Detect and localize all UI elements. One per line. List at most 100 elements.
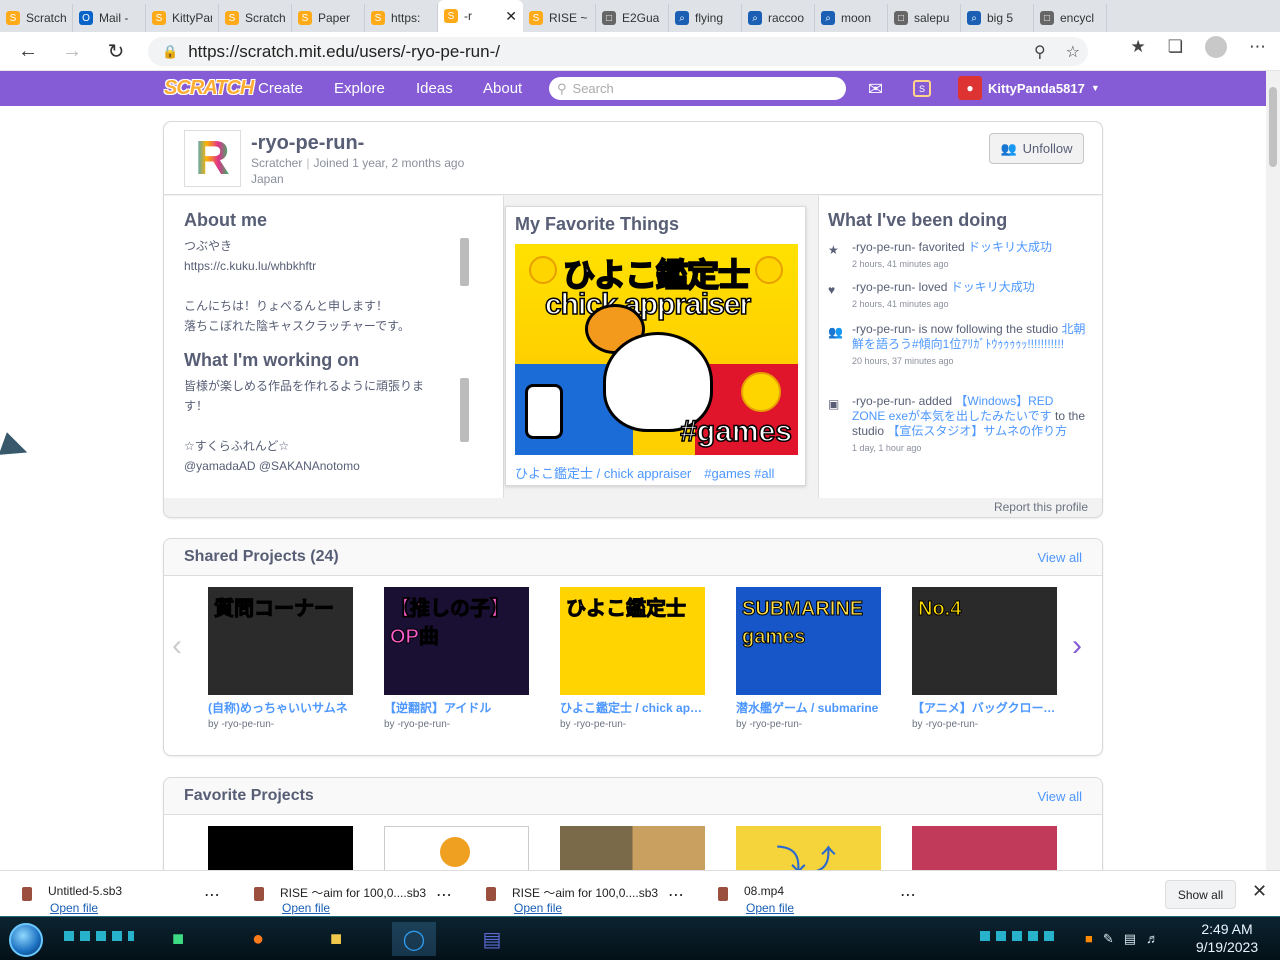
open-file-link[interactable]: Open file: [282, 901, 330, 915]
browser-tab[interactable]: Shttps:: [365, 4, 438, 32]
file-explorer-icon[interactable]: ■: [314, 922, 358, 956]
tray-app-icon[interactable]: ■: [1085, 931, 1093, 947]
featured-project-title[interactable]: ひよこ鑑定士 / chick appraiser #games #all: [515, 463, 774, 482]
nav-explore[interactable]: Explore: [334, 80, 385, 97]
reload-button[interactable]: ↻: [100, 35, 132, 67]
project-thumbnail[interactable]: 質問コーナー: [208, 587, 353, 695]
favorite-project-card[interactable]: [560, 826, 705, 876]
download-more-icon[interactable]: ⋯: [204, 885, 220, 905]
firefox-icon[interactable]: ●: [236, 922, 280, 956]
working-scrollbar[interactable]: [460, 378, 469, 442]
about-me-text[interactable]: つぶやき https://c.kuku.lu/whbkhftr こんにちは！りょぺる…: [184, 236, 454, 332]
project-title[interactable]: 潜水艦ゲーム / submarine: [736, 699, 881, 716]
browser-tab[interactable]: S Scratch: [219, 4, 292, 32]
activity-link[interactable]: ドッキリ大成功: [951, 280, 1035, 294]
download-more-icon[interactable]: ⋯: [900, 885, 916, 905]
add-favorite-icon[interactable]: ☆: [1066, 42, 1080, 62]
favorite-project-card[interactable]: [912, 826, 1057, 876]
browser-tab[interactable]: ⌕ flying: [669, 4, 742, 32]
favorite-view-all-link[interactable]: View all: [1037, 789, 1082, 804]
project-card[interactable]: SUBMARINE games 潜水艦ゲーム / submarine by -ryo…: [736, 587, 881, 730]
report-profile-link[interactable]: Report this profile: [994, 500, 1088, 514]
project-thumbnail[interactable]: ひよこ鑑定士: [560, 587, 705, 695]
open-file-link[interactable]: Open file: [514, 901, 562, 915]
project-card[interactable]: No.4 【アニメ】バッグクロージャー by -ryo-pe-run-: [912, 587, 1057, 730]
project-thumbnail[interactable]: SUBMARINE games: [736, 587, 881, 695]
about-scrollbar[interactable]: [460, 238, 469, 286]
nav-create[interactable]: Create: [258, 80, 303, 97]
browser-tab[interactable]: S -r ✕: [438, 0, 523, 32]
search-input[interactable]: ⚲ Search: [549, 77, 846, 100]
browser-tab[interactable]: ⌕ moon: [815, 4, 888, 32]
download-more-icon[interactable]: ⋯: [436, 885, 452, 905]
project-title[interactable]: (自称)めっちゃいいサムネ: [208, 699, 353, 716]
project-title[interactable]: 【逆翻訳】アイドル: [384, 699, 529, 716]
project-author: by -ryo-pe-run-: [912, 719, 979, 730]
download-item: RISE ～aim for 100,0....sb3 Open file ⋯: [486, 877, 706, 915]
project-thumbnail[interactable]: 【推しの子】OP曲: [384, 587, 529, 695]
browser-tab[interactable]: □ encycl: [1034, 4, 1107, 32]
project-thumbnail[interactable]: [208, 826, 353, 876]
app-icon-window[interactable]: ▤: [470, 922, 514, 956]
profile-avatar[interactable]: [1205, 36, 1227, 58]
edge-icon[interactable]: ◯: [392, 922, 436, 956]
nav-about[interactable]: About: [483, 80, 522, 97]
scrollbar-thumb[interactable]: [1269, 87, 1277, 167]
favorite-project-card[interactable]: ⤵⤴: [736, 826, 881, 876]
page-scrollbar[interactable]: [1266, 71, 1280, 870]
working-on-text[interactable]: 皆様が楽しめる作品を作れるように頑張りま す！ ☆すくらふれんど☆ @yamadaAD…: [184, 376, 454, 484]
taskbar-clock[interactable]: 2:49 AM 9/19/2023: [1190, 920, 1264, 956]
browser-tab[interactable]: ⌕ raccoo: [742, 4, 815, 32]
close-tab-icon[interactable]: ✕: [505, 8, 517, 25]
project-card[interactable]: 質問コーナー (自称)めっちゃいいサムネ by -ryo-pe-run-: [208, 587, 353, 730]
show-all-downloads-button[interactable]: Show all: [1165, 880, 1236, 909]
download-more-icon[interactable]: ⋯: [668, 885, 684, 905]
shared-view-all-link[interactable]: View all: [1037, 550, 1082, 565]
project-thumbnail[interactable]: ⤵⤴: [736, 826, 881, 876]
back-button[interactable]: ←: [12, 35, 44, 67]
project-card[interactable]: 【推しの子】OP曲 【逆翻訳】アイドル by -ryo-pe-run-: [384, 587, 529, 730]
project-thumbnail[interactable]: [560, 826, 705, 876]
project-thumbnail[interactable]: No.4: [912, 587, 1057, 695]
browser-tab[interactable]: S Paper: [292, 4, 365, 32]
start-button[interactable]: [9, 923, 43, 957]
scratch-logo[interactable]: SCRATCH: [164, 77, 254, 100]
browser-tab[interactable]: □ E2Gua: [596, 4, 669, 32]
url-field[interactable]: 🔒 https://scratch.mit.edu/users/-ryo-pe-…: [148, 37, 1088, 66]
close-downloads-icon[interactable]: ✕: [1252, 881, 1267, 902]
app-icon-green[interactable]: ■: [156, 922, 200, 956]
favorite-project-card[interactable]: [208, 826, 353, 876]
project-thumbnail[interactable]: [912, 826, 1057, 876]
project-thumbnail[interactable]: [384, 826, 529, 876]
open-file-link[interactable]: Open file: [746, 901, 794, 915]
browser-tab[interactable]: S KittyPanda: [146, 4, 219, 32]
activity-link[interactable]: ドッキリ大成功: [968, 240, 1052, 254]
volume-icon[interactable]: ♬: [1146, 931, 1159, 947]
forward-button[interactable]: →: [56, 35, 88, 67]
project-title[interactable]: ひよこ鑑定士 / chick appraiser: [560, 699, 705, 716]
project-title[interactable]: 【アニメ】バッグクロージャー: [912, 699, 1057, 716]
open-file-link[interactable]: Open file: [50, 901, 98, 915]
network-icon[interactable]: ▤: [1124, 931, 1136, 947]
key-icon[interactable]: ⚲: [1034, 42, 1046, 62]
account-menu[interactable]: ● KittyPanda5817 ▼: [958, 76, 1100, 100]
nav-ideas[interactable]: Ideas: [416, 80, 453, 97]
carousel-next-arrow[interactable]: ›: [1072, 629, 1082, 663]
favorites-icon[interactable]: ★: [1131, 37, 1146, 57]
activity-link[interactable]: 【宣伝スタジオ】サムネの作り方: [887, 424, 1067, 438]
browser-tab[interactable]: S Scratch: [0, 4, 73, 32]
messages-icon[interactable]: ✉: [868, 79, 883, 100]
favorite-project-card[interactable]: [384, 826, 529, 876]
my-stuff-icon[interactable]: S: [913, 80, 931, 97]
carousel-prev-arrow[interactable]: ‹: [172, 629, 182, 663]
browser-tab[interactable]: □ salepu: [888, 4, 961, 32]
collections-icon[interactable]: ❏: [1168, 37, 1183, 57]
featured-project-thumbnail[interactable]: ひよこ鑑定士 chick appraiser #games: [515, 244, 798, 455]
browser-tab[interactable]: S RISE ~: [523, 4, 596, 32]
unfollow-button[interactable]: 👥 Unfollow: [989, 133, 1084, 164]
more-menu-icon[interactable]: ⋯: [1249, 37, 1266, 57]
browser-tab[interactable]: O Mail -: [73, 4, 146, 32]
browser-tab[interactable]: ⌕ big 5: [961, 4, 1034, 32]
project-card[interactable]: ひよこ鑑定士ひよこ鑑定士 / chick appraiser by -ryo-pe…: [560, 587, 705, 730]
pen-icon[interactable]: ✎: [1103, 931, 1114, 947]
